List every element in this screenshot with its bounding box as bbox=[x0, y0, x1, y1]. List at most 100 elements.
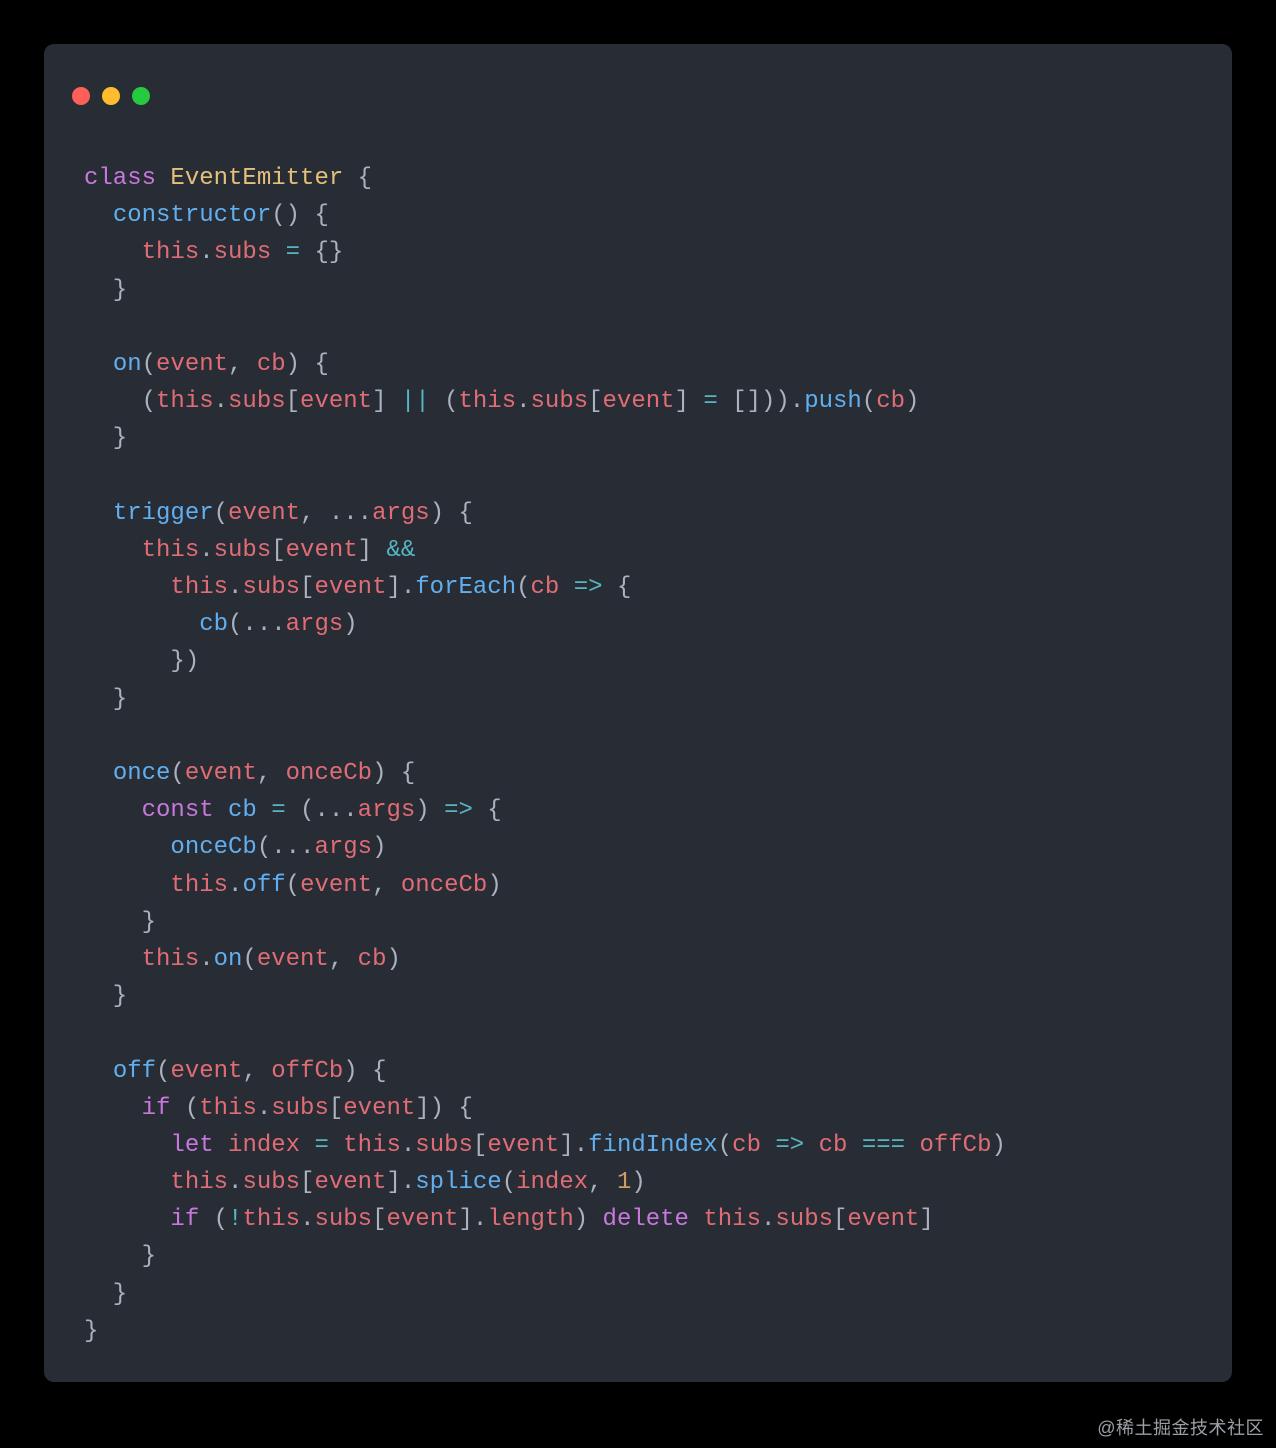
code-token: ( bbox=[862, 388, 876, 415]
code-token: this bbox=[343, 1132, 401, 1159]
code-token: subs bbox=[228, 388, 286, 415]
code-token: EventEmitter bbox=[170, 165, 343, 192]
code-token: subs bbox=[242, 1169, 300, 1196]
code-token: this bbox=[156, 388, 214, 415]
zoom-icon[interactable] bbox=[132, 87, 150, 105]
code-token: index bbox=[516, 1169, 588, 1196]
code-token: ( bbox=[199, 1206, 228, 1233]
code-token: () { bbox=[271, 202, 329, 229]
code-token bbox=[84, 1132, 170, 1159]
code-token: onceCb bbox=[401, 872, 487, 899]
code-token: { bbox=[473, 797, 502, 824]
code-token: on bbox=[113, 351, 142, 378]
code-token: this bbox=[170, 872, 228, 899]
code-token bbox=[214, 1132, 228, 1159]
code-token: } bbox=[84, 1243, 156, 1270]
code-token bbox=[84, 1058, 113, 1085]
code-token: ) bbox=[415, 797, 444, 824]
code-token: cb bbox=[819, 1132, 848, 1159]
minimize-icon[interactable] bbox=[102, 87, 120, 105]
code-token: } bbox=[84, 1318, 98, 1345]
code-token: [ bbox=[473, 1132, 487, 1159]
code-token bbox=[847, 1132, 861, 1159]
code-token: {} bbox=[300, 239, 343, 266]
code-token: subs bbox=[415, 1132, 473, 1159]
code-token bbox=[905, 1132, 919, 1159]
code-token: if bbox=[142, 1095, 171, 1122]
code-token: this bbox=[199, 1095, 257, 1122]
code-token: if bbox=[170, 1206, 199, 1233]
code-token bbox=[804, 1132, 818, 1159]
code-token bbox=[84, 797, 142, 824]
code-token: findIndex bbox=[588, 1132, 718, 1159]
code-token bbox=[559, 574, 573, 601]
code-token: args bbox=[358, 797, 416, 824]
window-titlebar bbox=[44, 44, 1232, 124]
code-token: cb bbox=[358, 946, 387, 973]
code-token bbox=[84, 760, 113, 787]
code-token: . bbox=[401, 1132, 415, 1159]
code-token: forEach bbox=[415, 574, 516, 601]
code-token bbox=[214, 797, 228, 824]
code-token: event bbox=[847, 1206, 919, 1233]
code-token: . bbox=[257, 1095, 271, 1122]
code-token: event bbox=[286, 537, 358, 564]
code-token: ) bbox=[574, 1206, 603, 1233]
code-token: [ bbox=[372, 1206, 386, 1233]
code-token: . bbox=[199, 537, 213, 564]
code-token: }) bbox=[84, 648, 199, 675]
code-token: } bbox=[84, 277, 127, 304]
code-token: (... bbox=[257, 834, 315, 861]
code-token: , ... bbox=[300, 500, 372, 527]
code-token: ] bbox=[372, 388, 401, 415]
code-token: , bbox=[228, 351, 257, 378]
code-token: event bbox=[386, 1206, 458, 1233]
code-token: this bbox=[703, 1206, 761, 1233]
code-token: ) bbox=[991, 1132, 1005, 1159]
code-token: [ bbox=[271, 537, 285, 564]
code-token: , bbox=[242, 1058, 271, 1085]
code-token: ) bbox=[631, 1169, 645, 1196]
code-token: trigger bbox=[113, 500, 214, 527]
code-token: delete bbox=[603, 1206, 689, 1233]
code-token: [])). bbox=[718, 388, 804, 415]
code-token: } bbox=[84, 1281, 127, 1308]
code-token: ) bbox=[372, 834, 386, 861]
code-token: this bbox=[142, 239, 200, 266]
watermark-text: @稀土掘金技术社区 bbox=[1097, 1414, 1264, 1440]
code-token bbox=[761, 1132, 775, 1159]
code-token: } bbox=[84, 686, 127, 713]
code-token: [ bbox=[300, 1169, 314, 1196]
code-token: ) { bbox=[372, 760, 415, 787]
code-token: ( bbox=[170, 760, 184, 787]
code-token: ( bbox=[156, 1058, 170, 1085]
close-icon[interactable] bbox=[72, 87, 90, 105]
code-token bbox=[84, 1169, 170, 1196]
code-token: ) bbox=[487, 872, 501, 899]
code-token: ( bbox=[430, 388, 459, 415]
code-window: class EventEmitter { constructor() { thi… bbox=[44, 44, 1232, 1382]
code-token: ( bbox=[142, 351, 156, 378]
code-token: } bbox=[84, 983, 127, 1010]
code-token: ] bbox=[358, 537, 387, 564]
code-token: const bbox=[142, 797, 214, 824]
code-token: . bbox=[228, 574, 242, 601]
code-token: ) { bbox=[286, 351, 329, 378]
code-token: , bbox=[588, 1169, 617, 1196]
code-token: = bbox=[703, 388, 717, 415]
code-token: cb bbox=[228, 797, 257, 824]
code-token: cb bbox=[531, 574, 560, 601]
code-token: event bbox=[314, 1169, 386, 1196]
code-token: this bbox=[242, 1206, 300, 1233]
code-token: cb bbox=[199, 611, 228, 638]
code-token: let bbox=[170, 1132, 213, 1159]
code-token: { bbox=[343, 165, 372, 192]
code-token: = bbox=[271, 797, 285, 824]
code-token: length bbox=[487, 1206, 573, 1233]
code-token: (... bbox=[286, 797, 358, 824]
code-token: [ bbox=[833, 1206, 847, 1233]
code-token: offCb bbox=[919, 1132, 991, 1159]
code-token: [ bbox=[286, 388, 300, 415]
code-token: (... bbox=[228, 611, 286, 638]
code-token: event bbox=[170, 1058, 242, 1085]
